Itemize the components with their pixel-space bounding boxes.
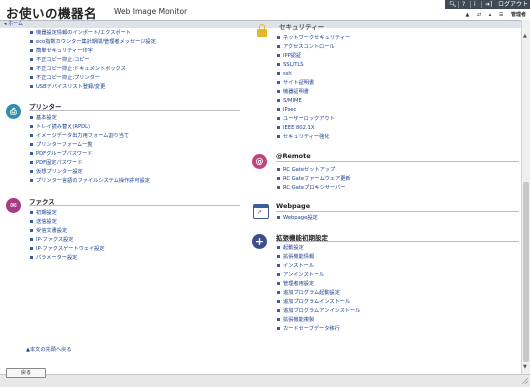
list-item[interactable]: IPP認証 bbox=[276, 53, 301, 59]
list-item[interactable]: PDF固定パスワード bbox=[29, 160, 82, 166]
resize-grip-icon[interactable] bbox=[522, 378, 528, 384]
list-item[interactable]: S/MIME bbox=[277, 98, 302, 104]
help-icon[interactable]: ? bbox=[462, 0, 465, 9]
search-icon[interactable]: 🔍︎ bbox=[449, 0, 457, 9]
section-divider bbox=[276, 241, 519, 242]
list-item[interactable]: 不正コピー抑止:ドキュメントボックス bbox=[30, 66, 126, 72]
job-mode-icon[interactable]: ⇄ bbox=[477, 12, 481, 18]
scrollbar-thumb[interactable] bbox=[523, 182, 529, 362]
list-item[interactable]: ユーザーロックアウト bbox=[277, 116, 335, 122]
list-item[interactable]: 拡張機能情報 bbox=[276, 254, 314, 260]
breadcrumb-home-link[interactable]: ◂ ホーム bbox=[4, 21, 23, 27]
remote-heading: @Remote bbox=[276, 152, 311, 160]
list-item[interactable]: SSL/TLS bbox=[277, 62, 304, 68]
mode-bar: ▲ ⇄ ▴ ☰ 管理者 bbox=[460, 11, 526, 18]
list-item[interactable]: アクセスコントロール bbox=[277, 44, 335, 50]
home-mode-icon[interactable]: ▲ bbox=[466, 12, 470, 18]
list-item[interactable]: イメージデータ出力用フォーム割り当て bbox=[29, 133, 129, 139]
list-item[interactable]: 起動設定 bbox=[277, 245, 304, 251]
list-item[interactable]: 追加プログラムアンインストール bbox=[276, 308, 360, 314]
list-item[interactable]: 受信文書設定 bbox=[29, 228, 67, 234]
list-item[interactable]: 基本設定 bbox=[30, 115, 57, 121]
printer-icon: ⎙ bbox=[6, 104, 21, 119]
list-item[interactable]: カードセーブデータ移行 bbox=[277, 326, 340, 332]
extended-features-icon: + bbox=[252, 234, 267, 249]
bottom-bar bbox=[0, 374, 530, 387]
webpage-heading: Webpage bbox=[276, 202, 311, 210]
list-item[interactable]: 簡単セキュリティー印字 bbox=[30, 48, 93, 54]
list-item[interactable]: トレイ読み替え(RPDL) bbox=[30, 124, 90, 130]
app-subtitle: Web Image Monitor bbox=[114, 7, 188, 16]
list-item[interactable]: 送信設定 bbox=[30, 219, 57, 225]
list-item[interactable]: 追加プログラムインストール bbox=[276, 299, 350, 305]
settings-mode-icon[interactable]: ☰ bbox=[499, 12, 503, 18]
list-item[interactable]: アンインストール bbox=[276, 272, 324, 278]
webpage-icon: ↗ bbox=[253, 204, 269, 219]
toolbar-divider bbox=[470, 1, 471, 8]
toolbar-divider bbox=[481, 1, 482, 8]
list-item[interactable]: 拡張機能複製 bbox=[276, 317, 314, 323]
list-item[interactable]: 不正コピー抑止:プリンター bbox=[30, 75, 100, 81]
vertical-scrollbar[interactable]: ▲ ▼ bbox=[521, 20, 530, 374]
list-item[interactable]: PDFグループパスワード bbox=[29, 151, 92, 157]
back-button[interactable]: 戻る bbox=[6, 368, 46, 378]
list-item[interactable]: パラメーター設定 bbox=[29, 255, 77, 261]
back-to-top-link[interactable]: ▲本文の先頭へ戻る bbox=[26, 346, 72, 353]
list-item[interactable]: 不正コピー抑止:コピー bbox=[30, 57, 90, 63]
security-heading: セキュリティー bbox=[279, 23, 325, 31]
lock-icon bbox=[257, 24, 267, 37]
list-item[interactable]: 初期設定 bbox=[30, 210, 57, 216]
toolbar-divider bbox=[458, 1, 459, 8]
list-item[interactable]: ssh bbox=[277, 71, 292, 77]
admin-label: 管理者 bbox=[510, 12, 526, 18]
section-divider bbox=[276, 211, 519, 212]
list-item[interactable]: 機器証明書 bbox=[277, 89, 309, 95]
scroll-up-icon[interactable]: ▲ bbox=[523, 33, 527, 39]
section-divider bbox=[29, 205, 240, 206]
scroll-down-icon[interactable]: ▼ bbox=[523, 364, 527, 370]
list-item[interactable]: サイト証明書 bbox=[276, 80, 314, 86]
list-item[interactable]: USBデバイスリスト登録/変更 bbox=[29, 84, 105, 90]
list-item[interactable]: RC Gateセットアップ bbox=[276, 167, 335, 173]
section-divider bbox=[276, 161, 519, 162]
list-item[interactable]: インストール bbox=[276, 263, 314, 269]
list-item[interactable]: セキュリティー強化 bbox=[276, 134, 329, 140]
list-item[interactable]: Webpage設定 bbox=[277, 215, 318, 221]
list-item[interactable]: 仮想プリンター設定 bbox=[30, 169, 83, 175]
logout-link[interactable]: ログアウト bbox=[498, 0, 528, 9]
list-item[interactable]: プリンターフォーム一覧 bbox=[30, 142, 93, 148]
list-item[interactable]: RC Gateプロキシサーバー bbox=[277, 185, 346, 191]
list-item[interactable]: IEEE 802.1X bbox=[276, 125, 314, 131]
list-item[interactable]: プリンター言語のファイルシステム操作許可設定 bbox=[30, 178, 150, 184]
list-item[interactable]: IP-ファクスゲートウェイ設定 bbox=[30, 246, 105, 252]
status-mode-icon[interactable]: ▴ bbox=[489, 12, 492, 18]
list-item[interactable]: IP-ファクス設定 bbox=[29, 237, 73, 243]
list-item[interactable]: RC Gateファームウェア更新 bbox=[277, 176, 351, 182]
list-item[interactable]: ネットワークセキュリティー bbox=[276, 35, 350, 41]
info-icon[interactable]: i bbox=[474, 0, 476, 9]
logout-icon[interactable]: ➜] bbox=[485, 0, 492, 9]
remote-icon: @ bbox=[252, 154, 267, 169]
list-item[interactable]: 機器設定情報のインポート/エクスポート bbox=[30, 30, 131, 36]
section-divider bbox=[29, 110, 240, 111]
list-item[interactable]: 追加プログラム起動設定 bbox=[277, 290, 340, 296]
top-toolbar: 🔍︎ ? i ➜] ログアウト bbox=[445, 0, 530, 9]
fax-icon: ✉ bbox=[6, 198, 21, 213]
list-item[interactable]: eco指数カウンター集計期間/管理者メッセージ設定 bbox=[30, 39, 156, 45]
list-item[interactable]: 管理者用設定 bbox=[276, 281, 314, 287]
list-item[interactable]: IPsec bbox=[276, 107, 296, 113]
